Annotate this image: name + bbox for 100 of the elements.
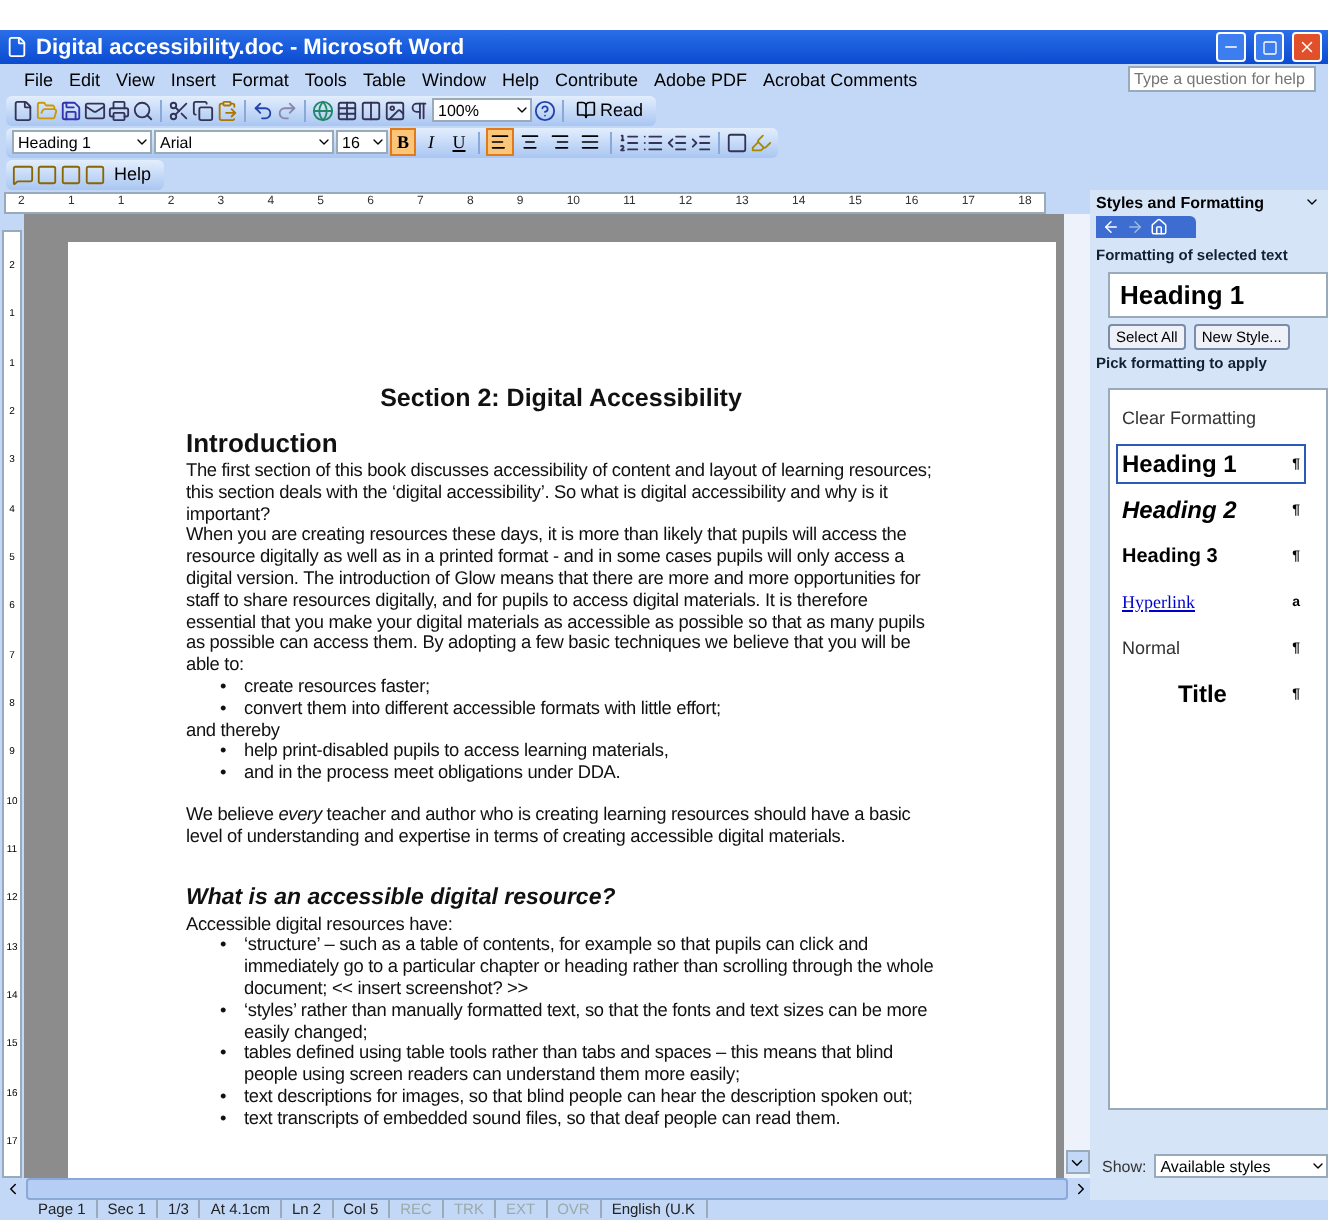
paragraph: Accessible digital resources have: bbox=[186, 913, 455, 935]
close-icon bbox=[1298, 38, 1316, 56]
table-icon[interactable] bbox=[336, 99, 358, 121]
globe-icon[interactable] bbox=[312, 99, 334, 121]
bullet: • bbox=[220, 675, 228, 698]
align-left-icon bbox=[490, 132, 510, 152]
numbered-list-icon[interactable] bbox=[618, 131, 640, 153]
square-icon[interactable] bbox=[36, 163, 58, 185]
bullet: • bbox=[220, 1107, 228, 1130]
bullet: • bbox=[220, 697, 228, 720]
help-button[interactable]: Help bbox=[108, 160, 158, 188]
help-icon[interactable] bbox=[534, 99, 556, 121]
horizontal-scrollbar[interactable] bbox=[26, 1178, 1068, 1200]
scroll-right-icon[interactable] bbox=[1072, 1180, 1090, 1198]
bullet: • bbox=[220, 1042, 228, 1067]
print-icon[interactable] bbox=[108, 99, 130, 121]
square-icon[interactable] bbox=[84, 163, 106, 185]
font-size-dropdown[interactable]: 16 bbox=[336, 130, 388, 154]
window-title: Digital accessibility.doc - Microsoft Word bbox=[36, 35, 467, 59]
style-dropdown[interactable]: Heading 1 bbox=[12, 130, 152, 154]
cut-icon[interactable] bbox=[168, 99, 190, 121]
style-name: Normal bbox=[1122, 638, 1181, 658]
italic-button[interactable]: I bbox=[418, 128, 444, 156]
menu-item[interactable]: View bbox=[108, 69, 163, 89]
pane-menu-icon[interactable] bbox=[1304, 194, 1320, 210]
copy-icon[interactable] bbox=[192, 99, 214, 121]
close-button[interactable] bbox=[1292, 32, 1322, 62]
list-item: ‘structure’ – such as a table of contents, for example so that pupils can click and immediately go to a particular chapter or heading rather than scrolling through the whole document; << insert screenshot? >> bbox=[244, 934, 936, 1000]
speech-bubble-icon[interactable] bbox=[12, 163, 34, 185]
maximize-icon bbox=[1261, 39, 1277, 55]
document-icon[interactable] bbox=[6, 36, 28, 58]
menu-item[interactable]: Insert bbox=[162, 69, 224, 89]
menu-item[interactable]: File bbox=[16, 69, 62, 89]
square-icon[interactable] bbox=[60, 163, 82, 185]
menu-item[interactable]: Acrobat Comments bbox=[755, 69, 926, 89]
list-item: and in the process meet obligations under DDA. bbox=[244, 762, 623, 784]
zoom-dropdown[interactable]: 100% bbox=[432, 98, 532, 122]
border-icon[interactable] bbox=[726, 131, 748, 153]
columns-icon[interactable] bbox=[360, 99, 382, 121]
bold-button[interactable]: B bbox=[390, 128, 416, 156]
list-item: tables defined using table tools rather than tabs and spaces – this means that blind people using screen readers can understand them more easily; bbox=[244, 1042, 895, 1086]
save-icon[interactable] bbox=[60, 99, 82, 121]
bullet-list-icon[interactable] bbox=[642, 131, 664, 153]
bullet: • bbox=[220, 740, 228, 763]
help-search-field[interactable]: Type a question for help bbox=[1128, 66, 1316, 92]
style-item[interactable]: Clear Formatting bbox=[1116, 398, 1306, 438]
style-name: Clear Formatting bbox=[1122, 408, 1257, 428]
scroll-left-icon[interactable] bbox=[4, 1180, 22, 1198]
menu-item[interactable]: Tools bbox=[296, 69, 355, 89]
bullet: • bbox=[220, 999, 228, 1024]
home-icon[interactable] bbox=[1150, 218, 1168, 236]
bullet: • bbox=[220, 1085, 228, 1108]
align-justify-icon bbox=[580, 132, 600, 152]
vertical-scrollbar[interactable] bbox=[1064, 214, 1090, 1178]
show-dropdown[interactable]: Available styles bbox=[1154, 1154, 1328, 1178]
minimize-button[interactable] bbox=[1216, 32, 1246, 62]
increase-indent-icon[interactable] bbox=[690, 131, 712, 153]
align-right-icon bbox=[550, 132, 570, 152]
back-icon[interactable] bbox=[1102, 218, 1120, 236]
underline-button[interactable]: U bbox=[446, 128, 472, 156]
align-center-icon bbox=[520, 132, 540, 152]
list-item: create resources faster; bbox=[244, 675, 432, 698]
menu-item[interactable]: Format bbox=[223, 69, 297, 89]
style-name: Heading 1 bbox=[1122, 450, 1237, 478]
list-item: ‘styles’ rather than manually formatted text, so that the fonts and text sizes can be more easily changed; bbox=[244, 999, 930, 1043]
maximize-button[interactable] bbox=[1254, 32, 1284, 62]
new-document-icon[interactable] bbox=[12, 99, 34, 121]
menu-item[interactable]: Contribute bbox=[546, 69, 647, 89]
paragraph: When you are creating resources these days, it is more than likely that pupils will access the resource digitally as well as in a printed format - and in some cases pupils will only access a digital version. The introduction of Glow means that there are more and more opportunities for staff to share resources digitally, and for pupils to access digital materials. It is therefore essential that you make your digital materials as accessible as possible so that as many pupils as possible can access them. By adopting a few basic techniques we believe that you will be able to: bbox=[186, 524, 927, 676]
pilcrow-icon[interactable] bbox=[408, 99, 430, 121]
style-name: Heading 3 bbox=[1122, 545, 1218, 567]
style-name: Title bbox=[1178, 680, 1227, 708]
paragraph: and thereby bbox=[186, 719, 282, 741]
list-item: text transcripts of embedded sound files, so that deaf people can read them. bbox=[244, 1107, 843, 1130]
paragraph: We believe every teacher and author who is creating learning resources should have a basic level of understanding and expertise in terms of creating accessible digital materials. bbox=[186, 803, 913, 848]
menu-item[interactable]: Help bbox=[493, 69, 547, 89]
search-icon[interactable] bbox=[132, 99, 154, 121]
decrease-indent-icon[interactable] bbox=[666, 131, 688, 153]
list-item: help print-disabled pupils to access learning materials, bbox=[244, 740, 671, 763]
bullet: • bbox=[220, 762, 228, 784]
book-icon bbox=[576, 100, 596, 120]
undo-icon[interactable] bbox=[252, 99, 274, 121]
read-button[interactable]: Read bbox=[570, 96, 650, 124]
style-name: Hyperlink bbox=[1122, 592, 1195, 612]
bullet: • bbox=[220, 934, 228, 959]
heading: Introduction bbox=[186, 426, 340, 460]
paragraph: The first section of this book discusses accessibility of content and layout of learning resources; this section deals with the ‘digital accessibility’. So what is digital accessibility and why is it important? bbox=[186, 460, 934, 525]
font-dropdown[interactable]: Arial bbox=[154, 130, 334, 154]
pane-title: Styles and Formatting bbox=[1096, 194, 1265, 212]
list-item: convert them into different accessible formats with little effort; bbox=[244, 697, 723, 720]
list-item: text descriptions for images, so that blind people can hear the description spoken out; bbox=[244, 1085, 915, 1108]
selected-style-box: Heading 1 bbox=[1108, 272, 1328, 318]
menu-item[interactable]: Table bbox=[354, 69, 414, 89]
menu-item[interactable]: Edit bbox=[61, 69, 109, 89]
menu-item[interactable]: Window bbox=[413, 69, 494, 89]
section-title: Section 2: Digital Accessibility bbox=[378, 382, 744, 414]
picture-icon[interactable] bbox=[384, 99, 406, 121]
menu-item[interactable]: Adobe PDF bbox=[646, 69, 756, 89]
align-left-button[interactable] bbox=[486, 128, 514, 156]
mail-icon[interactable] bbox=[84, 99, 106, 121]
